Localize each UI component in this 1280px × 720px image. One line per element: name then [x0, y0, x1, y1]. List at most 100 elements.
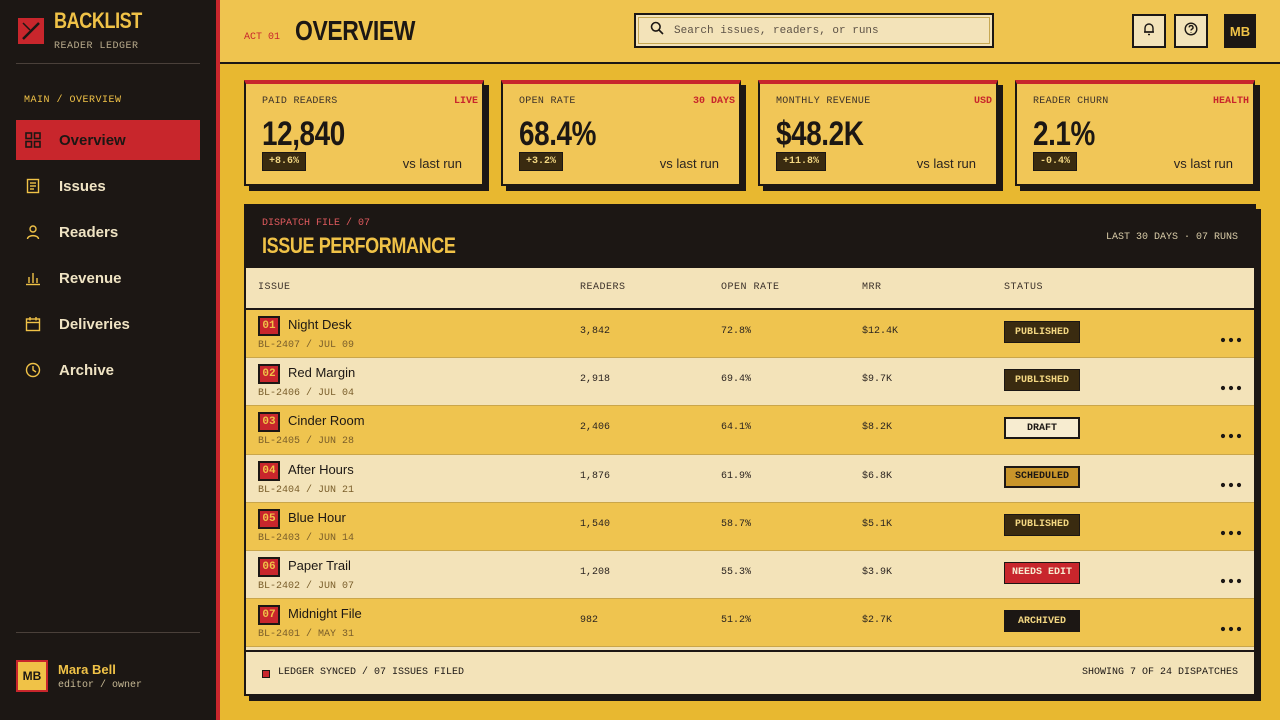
brand[interactable]: BACKLIST READER LEDGER — [18, 10, 161, 52]
sidebar-divider — [16, 632, 200, 633]
column-header-issue[interactable]: ISSUE — [258, 282, 291, 293]
panel-header: DISPATCH FILE / 07 ISSUE PERFORMANCE LAS… — [246, 206, 1254, 268]
issue-code: BL-2404 / JUN 21 — [258, 484, 355, 496]
stat-tag: LIVE — [453, 96, 478, 107]
act-label: ACT 01 — [244, 32, 281, 43]
readers-cell: 2,918 — [580, 374, 611, 386]
table-row[interactable]: 03 Cinder Room BL-2405 / JUN 28 2,406 64.1% $… — [246, 406, 1254, 455]
stat-value: 68.4% — [519, 115, 597, 153]
issue-code: BL-2406 / JUL 04 — [258, 388, 355, 400]
column-header-status[interactable]: STATUS — [1004, 282, 1043, 293]
stat-comparison: vs last run — [659, 156, 719, 171]
stat-tag: HEALTH — [1212, 96, 1249, 107]
stat-label: MONTHLY REVENUE — [776, 96, 871, 107]
bell-icon — [1142, 22, 1156, 41]
stat-card-paid-readers[interactable]: PAID READERS LIVE 12,840 +8.6% vs last r… — [244, 80, 484, 186]
more-options-icon[interactable] — [1220, 571, 1242, 584]
sidebar-item-readers[interactable]: Readers — [16, 212, 200, 252]
table-row[interactable]: 04 After Hours BL-2404 / JUN 21 1,876 61.9% $… — [246, 454, 1254, 503]
sidebar-divider — [16, 63, 200, 64]
sidebar-item-revenue[interactable]: Revenue — [16, 258, 200, 298]
stat-value: 12,840 — [262, 115, 345, 153]
more-options-icon[interactable] — [1220, 523, 1242, 535]
issue-number-badge: 01 — [258, 316, 280, 336]
grid-icon — [25, 132, 41, 148]
issue-name[interactable]: Red Margin — [288, 365, 355, 380]
readers-cell: 2,406 — [580, 422, 611, 434]
stat-tag: 30 DAYS — [692, 96, 735, 107]
sidebar-item-issues[interactable]: Issues — [16, 166, 200, 206]
issue-number-badge: 03 — [258, 412, 280, 433]
notifications-button[interactable] — [1132, 14, 1166, 48]
pagination-summary: SHOWING 7 OF 24 DISPATCHES — [1081, 667, 1238, 678]
brand-subtitle: READER LEDGER — [54, 41, 139, 52]
sync-indicator-icon — [262, 670, 270, 678]
status-badge: PUBLISHED — [1004, 513, 1080, 536]
mrr-cell: $6.8K — [862, 470, 893, 482]
issue-name[interactable]: After Hours — [288, 462, 354, 477]
more-options-icon[interactable] — [1220, 426, 1242, 439]
sidebar-item-label: Deliveries — [59, 315, 130, 333]
status-badge: ARCHIVED — [1004, 610, 1080, 633]
user-name: Mara Bell — [58, 661, 116, 677]
stat-card-monthly-revenue[interactable]: MONTHLY REVENUE USD $48.2K +11.8% vs las… — [758, 80, 998, 186]
help-icon — [1184, 21, 1198, 41]
table-row[interactable]: 05 Blue Hour BL-2403 / JUN 14 1,540 58.7% $5.… — [246, 502, 1254, 551]
sidebar-item-label: Overview — [59, 131, 126, 149]
column-header-mrr[interactable]: MRR — [862, 282, 882, 293]
mrr-cell: $3.9K — [862, 566, 893, 578]
stat-card-open-rate[interactable]: OPEN RATE 30 DAYS 68.4% +3.2% vs last ru… — [501, 80, 741, 186]
more-options-icon[interactable] — [1220, 475, 1242, 487]
more-options-icon[interactable] — [1220, 378, 1242, 391]
search-icon — [650, 21, 664, 40]
readers-cell: 1,540 — [580, 518, 611, 530]
user-profile[interactable]: MB Mara Bell editor / owner — [16, 660, 142, 692]
avatar: MB — [16, 660, 48, 692]
sidebar-item-label: Revenue — [59, 269, 122, 287]
stat-label: PAID READERS — [262, 96, 338, 107]
stat-card-reader-churn[interactable]: READER CHURN HEALTH 2.1% -0.4% vs last r… — [1015, 80, 1255, 186]
page-title: OVERVIEW — [295, 15, 416, 46]
open-rate-cell: 69.4% — [721, 374, 752, 386]
stat-comparison: vs last run — [916, 156, 976, 171]
status-badge: NEEDS EDIT — [1004, 561, 1080, 584]
avatar[interactable]: MB — [1224, 14, 1256, 48]
help-button[interactable] — [1174, 14, 1208, 48]
open-rate-cell: 51.2% — [721, 615, 752, 627]
stat-delta-badge: +3.2% — [519, 152, 564, 171]
column-header-open-rate[interactable]: OPEN RATE — [721, 282, 780, 293]
more-options-icon[interactable] — [1220, 619, 1242, 632]
table-row[interactable]: 02 Red Margin BL-2406 / JUL 04 2,918 69.4% $9… — [246, 358, 1254, 407]
issue-code: BL-2402 / JUN 07 — [258, 580, 355, 592]
sidebar-accent-rule — [216, 0, 220, 720]
sidebar-item-label: Archive — [59, 361, 115, 379]
issue-name[interactable]: Midnight File — [288, 606, 362, 621]
stat-comparison: vs last run — [1173, 156, 1233, 171]
sidebar: BACKLIST READER LEDGER MAIN / OVERVIEW O… — [0, 0, 216, 720]
search-input[interactable]: Search issues, readers, or runs — [634, 13, 994, 48]
readers-cell: 1,208 — [580, 566, 611, 578]
stat-comparison: vs last run — [402, 156, 462, 171]
table-body: 01 Night Desk BL-2407 / JUL 09 3,842 72.8% $1… — [246, 310, 1254, 648]
sidebar-item-overview[interactable]: Overview — [16, 120, 200, 160]
status-badge: PUBLISHED — [1004, 369, 1080, 392]
table-row[interactable]: 06 Paper Trail BL-2402 / JUN 07 1,208 55.3% $… — [246, 550, 1254, 600]
issue-performance-panel: DISPATCH FILE / 07 ISSUE PERFORMANCE LAS… — [244, 204, 1256, 696]
issue-code: BL-2405 / JUN 28 — [258, 436, 355, 448]
more-options-icon[interactable] — [1220, 330, 1242, 343]
sidebar-item-archive[interactable]: Archive — [16, 350, 200, 390]
table-row[interactable]: 01 Night Desk BL-2407 / JUL 09 3,842 72.8% $1… — [246, 310, 1254, 359]
issue-number-badge: 02 — [258, 364, 280, 385]
issue-name[interactable]: Cinder Room — [288, 413, 365, 428]
issue-name[interactable]: Blue Hour — [288, 510, 346, 525]
clock-icon — [25, 362, 41, 378]
panel-meta: LAST 30 DAYS · 07 RUNS — [1105, 232, 1238, 243]
column-header-readers[interactable]: READERS — [580, 282, 626, 293]
stat-label: READER CHURN — [1033, 96, 1109, 107]
table-row[interactable]: 07 Midnight File BL-2401 / MAY 31 982 51.2% $… — [246, 599, 1254, 648]
issue-name[interactable]: Paper Trail — [288, 558, 351, 573]
sidebar-item-deliveries[interactable]: Deliveries — [16, 304, 200, 344]
sidebar-item-label: Readers — [59, 223, 119, 241]
brand-name: BACKLIST — [54, 8, 142, 33]
issue-name[interactable]: Night Desk — [288, 317, 352, 332]
